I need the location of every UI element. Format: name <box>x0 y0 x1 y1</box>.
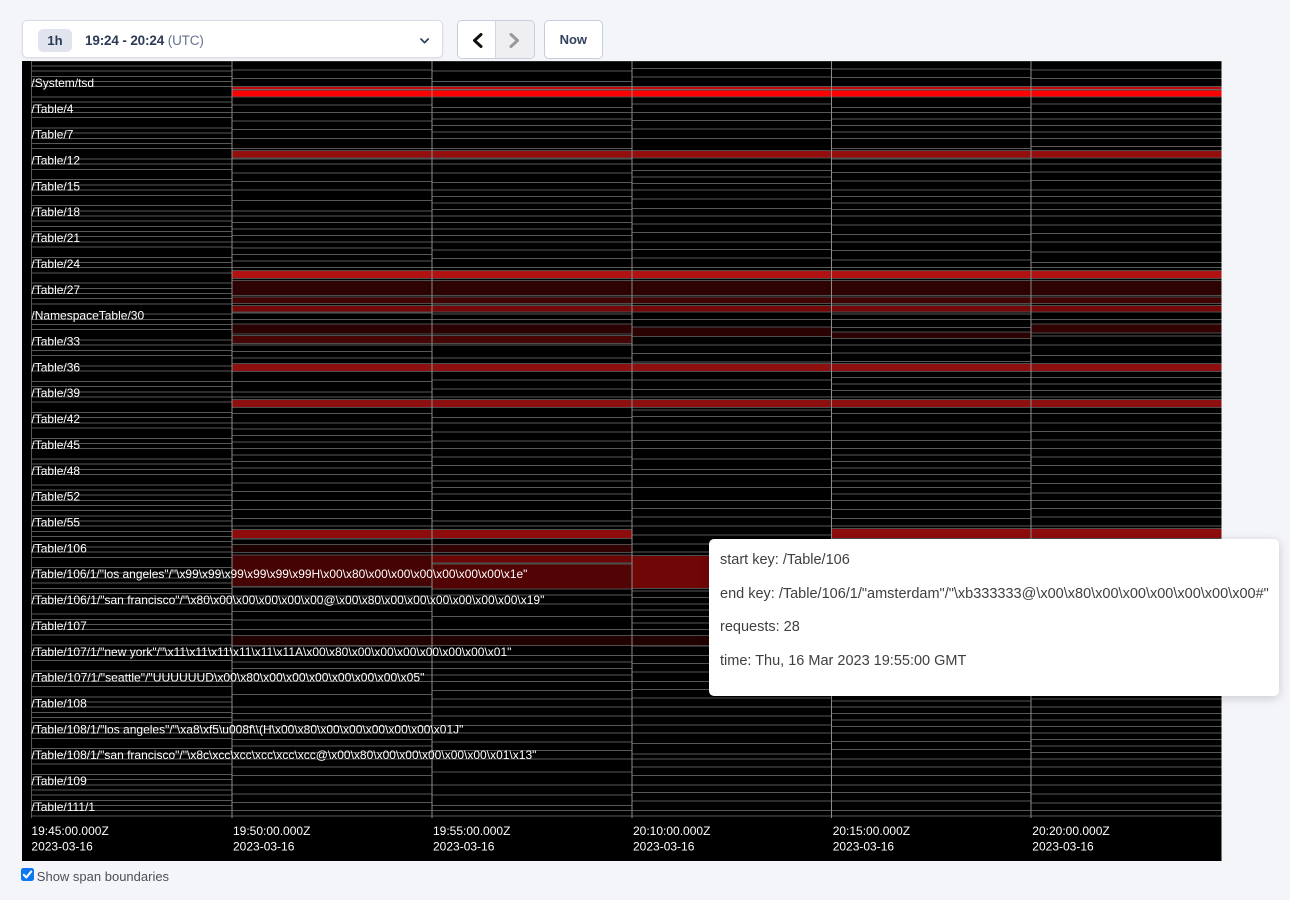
svg-text:/Table/107/1/"new york"/"\x11\: /Table/107/1/"new york"/"\x11\x11\x11\x1… <box>31 644 511 658</box>
svg-text:/Table/107: /Table/107 <box>31 619 87 633</box>
svg-text:/Table/39: /Table/39 <box>31 386 80 400</box>
svg-text:/Table/106/1/"san francisco"/": /Table/106/1/"san francisco"/"\x80\x00\x… <box>31 593 544 607</box>
svg-text:19:50:00.000Z: 19:50:00.000Z <box>233 823 310 837</box>
svg-text:/Table/4: /Table/4 <box>31 101 73 115</box>
svg-text:/Table/108/1/"san francisco"/": /Table/108/1/"san francisco"/"\x8c\xcc\x… <box>31 748 536 762</box>
svg-text:/Table/106: /Table/106 <box>31 541 87 555</box>
svg-text:/NamespaceTable/30: /NamespaceTable/30 <box>31 308 144 322</box>
svg-text:2023-03-16: 2023-03-16 <box>833 839 895 853</box>
svg-text:2023-03-16: 2023-03-16 <box>1032 839 1094 853</box>
svg-text:19:55:00.000Z: 19:55:00.000Z <box>433 823 510 837</box>
svg-text:/Table/18: /Table/18 <box>31 205 80 219</box>
svg-text:20:10:00.000Z: 20:10:00.000Z <box>633 823 710 837</box>
svg-text:/Table/21: /Table/21 <box>31 231 80 245</box>
svg-text:/Table/42: /Table/42 <box>31 412 80 426</box>
svg-text:/Table/27: /Table/27 <box>31 282 80 296</box>
svg-text:/Table/48: /Table/48 <box>31 463 80 477</box>
svg-text:/Table/107/1/"seattle"/"UUUUUU: /Table/107/1/"seattle"/"UUUUUUD\x00\x80\… <box>31 670 424 684</box>
svg-text:/Table/45: /Table/45 <box>31 438 80 452</box>
svg-text:/Table/109: /Table/109 <box>31 774 87 788</box>
svg-text:/System/tsd: /System/tsd <box>31 76 94 90</box>
svg-text:/Table/12: /Table/12 <box>31 153 80 167</box>
svg-text:19:45:00.000Z: 19:45:00.000Z <box>31 823 108 837</box>
svg-text:/Table/106/1/"los angeles"/"\x: /Table/106/1/"los angeles"/"\x99\x99\x99… <box>31 567 527 581</box>
svg-text:/Table/36: /Table/36 <box>31 360 80 374</box>
svg-text:/Table/15: /Table/15 <box>31 179 80 193</box>
svg-text:2023-03-16: 2023-03-16 <box>233 839 295 853</box>
svg-text:/Table/24: /Table/24 <box>31 257 80 271</box>
svg-text:2023-03-16: 2023-03-16 <box>433 839 495 853</box>
svg-text:/Table/111/1: /Table/111/1 <box>31 800 95 814</box>
svg-text:/Table/108/1/"los angeles"/"\x: /Table/108/1/"los angeles"/"\xa8\xf5\u00… <box>31 722 463 736</box>
svg-text:/Table/55: /Table/55 <box>31 515 80 529</box>
svg-text:20:20:00.000Z: 20:20:00.000Z <box>1032 823 1109 837</box>
svg-text:2023-03-16: 2023-03-16 <box>633 839 695 853</box>
svg-text:/Table/108: /Table/108 <box>31 696 87 710</box>
svg-text:/Table/52: /Table/52 <box>31 489 80 503</box>
svg-text:20:15:00.000Z: 20:15:00.000Z <box>833 823 910 837</box>
svg-text:/Table/7: /Table/7 <box>31 127 73 141</box>
svg-text:/Table/33: /Table/33 <box>31 334 80 348</box>
svg-text:2023-03-16: 2023-03-16 <box>31 839 93 853</box>
